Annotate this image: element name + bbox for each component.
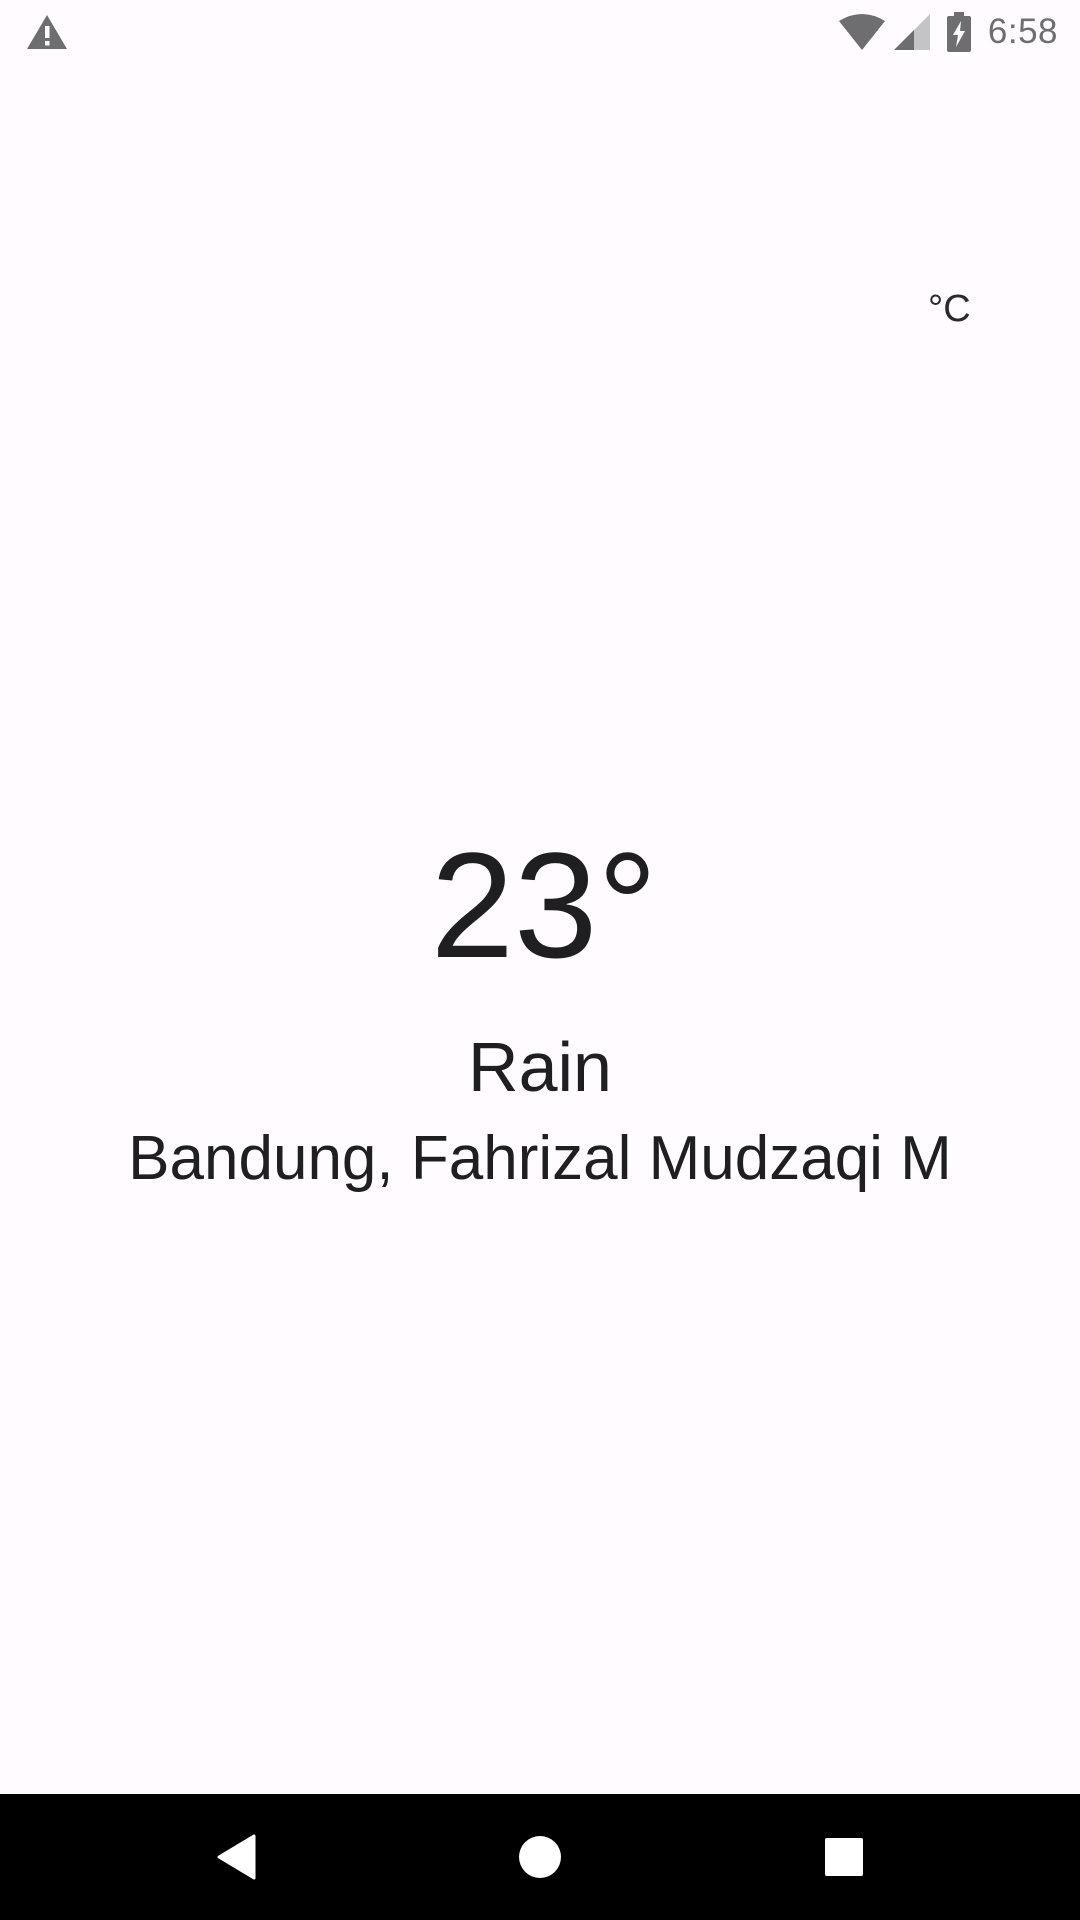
status-time: 6:58 [987,12,1058,51]
status-icons: 6:58 [838,10,1058,54]
back-button[interactable] [166,1794,306,1920]
weather-condition: Rain [468,1028,612,1106]
wifi-icon [838,14,885,50]
recents-icon [825,1838,863,1876]
weather-summary: 23° Rain Bandung, Fahrizal Mudzaqi M [0,830,1080,1190]
weather-screen: 6:58 °C 23° Rain Bandung, Fahrizal Mudza… [0,0,1080,1920]
temperature-value: 23° [430,821,658,989]
home-button[interactable] [470,1794,610,1920]
cell-signal-icon [893,14,930,50]
battery-charging-icon [946,12,971,52]
unit-toggle-button[interactable]: °C [928,288,971,331]
back-icon [217,1834,256,1880]
location-label: Bandung, Fahrizal Mudzaqi M [128,1124,952,1193]
status-bar: 6:58 [0,0,1080,64]
navigation-bar [0,1794,1080,1920]
warning-icon [27,15,67,49]
recents-button[interactable] [774,1794,914,1920]
home-icon [519,1836,561,1878]
